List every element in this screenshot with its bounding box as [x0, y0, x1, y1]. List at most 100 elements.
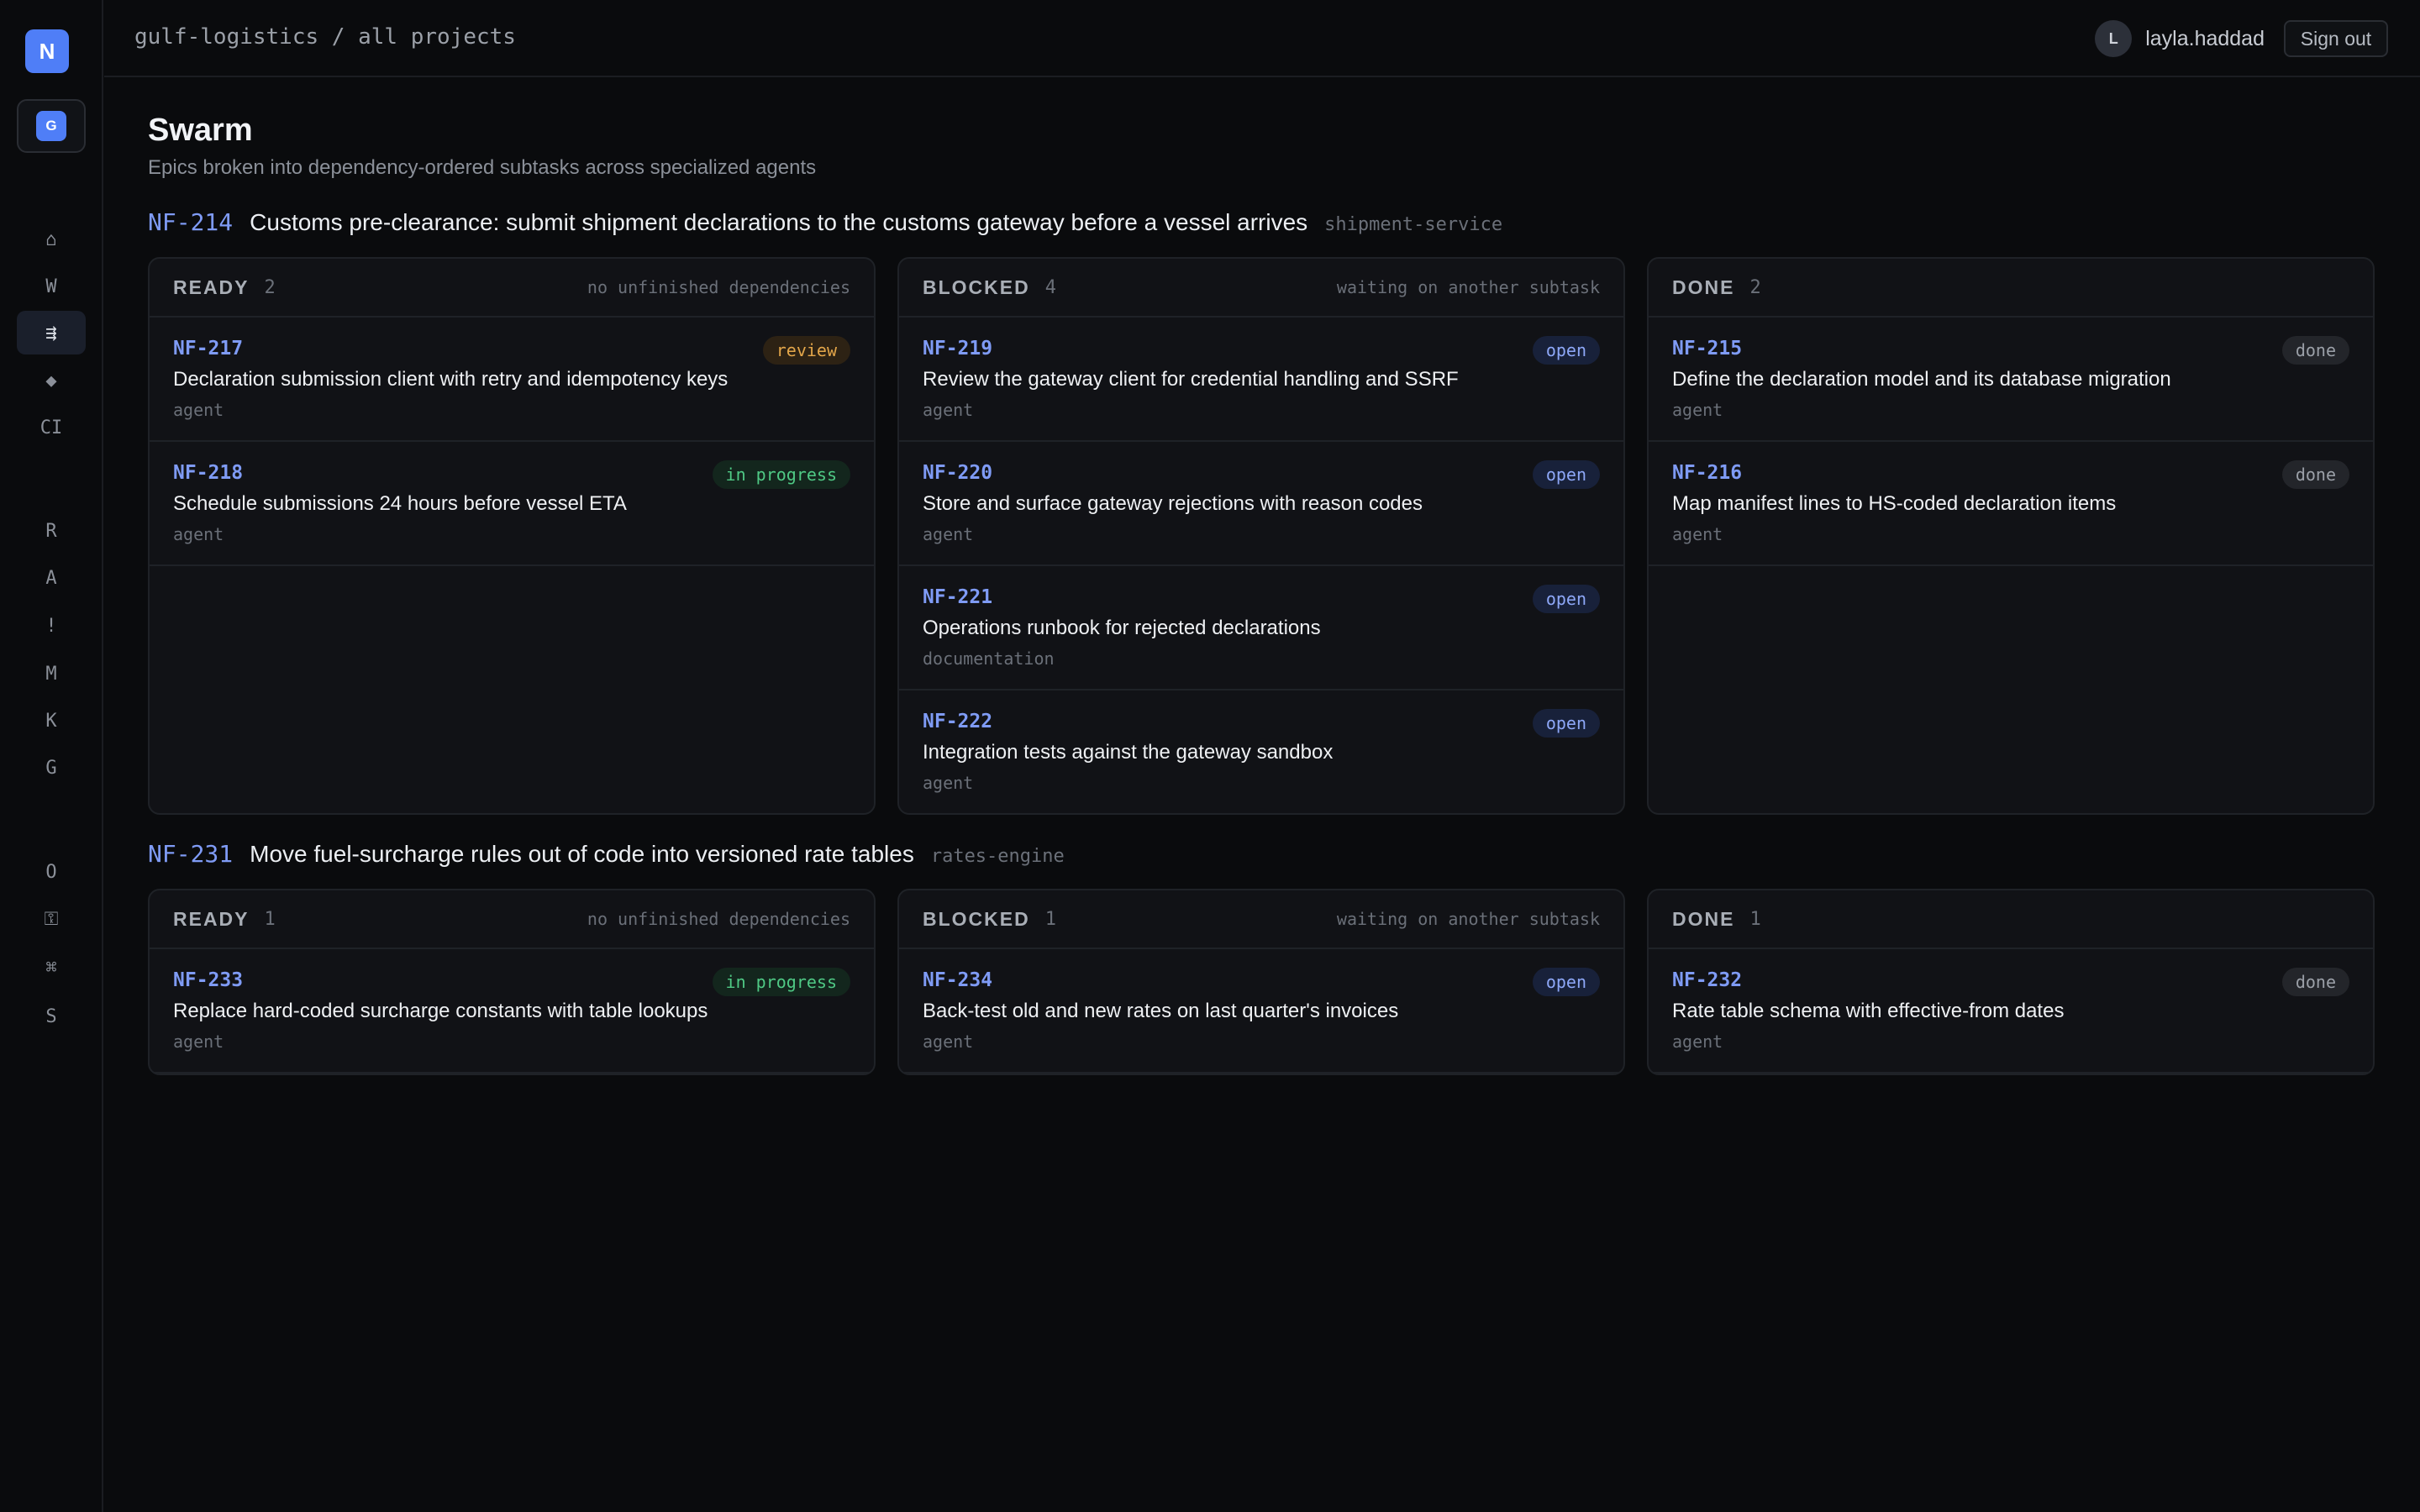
- task-title: Operations runbook for rejected declarat…: [923, 617, 1321, 639]
- column-name: BLOCKED: [923, 276, 1030, 298]
- workflows-icon[interactable]: W: [17, 265, 86, 308]
- column-ready: READY 1 no unfinished dependencies NF-233 Re…: [148, 889, 876, 1075]
- user-menu[interactable]: L layla.haddad: [2095, 20, 2265, 57]
- k-icon[interactable]: K: [17, 699, 86, 743]
- column-done: DONE 2 NF-215 Define the declaration model …: [1647, 257, 2375, 815]
- task-title: Store and surface gateway rejections wit…: [923, 492, 1423, 515]
- column-title: DONE 1: [1672, 908, 1761, 931]
- epic: NF-214 Customs pre-clearance: submit ship…: [148, 208, 2376, 815]
- task-card[interactable]: NF-234 Back-test old and new rates on las…: [899, 949, 1623, 1074]
- o-icon[interactable]: O: [17, 850, 86, 894]
- task-id[interactable]: NF-219: [923, 338, 1600, 360]
- breadcrumb[interactable]: gulf-logistics / all projects: [134, 24, 516, 50]
- column-blocked: BLOCKED 1 waiting on another subtask NF-234…: [897, 889, 1625, 1075]
- column-header: BLOCKED 4 waiting on another subtask: [899, 259, 1623, 318]
- task-title: Integration tests against the gateway sa…: [923, 741, 1334, 764]
- epic-header: NF-214 Customs pre-clearance: submit ship…: [148, 208, 2376, 242]
- task-agent-role: agent: [923, 1032, 974, 1052]
- settings-icon[interactable]: S: [17, 995, 86, 1038]
- status-badge: open: [1532, 460, 1600, 489]
- column-header: BLOCKED 1 waiting on another subtask: [899, 890, 1623, 949]
- sign-out-button[interactable]: Sign out: [2284, 20, 2388, 57]
- column-count: 1: [1044, 908, 1056, 930]
- task-id[interactable]: NF-232: [1672, 969, 2349, 991]
- task-agent-role: agent: [923, 773, 974, 793]
- task-card[interactable]: NF-215 Define the declaration model and i…: [1649, 318, 2373, 442]
- a-icon[interactable]: A: [17, 556, 86, 600]
- task-card[interactable]: NF-219 Review the gateway client for cred…: [899, 318, 1623, 442]
- task-id[interactable]: NF-216: [1672, 462, 2349, 484]
- task-card[interactable]: NF-220 Store and surface gateway rejectio…: [899, 442, 1623, 566]
- status-badge: open: [1532, 709, 1600, 738]
- epic-title: Customs pre-clearance: submit shipment d…: [250, 209, 1308, 235]
- column-title: READY 2: [173, 276, 276, 299]
- column-name: READY: [173, 907, 250, 930]
- task-title: Replace hard-coded surcharge constants w…: [173, 1000, 708, 1022]
- status-badge: open: [1532, 585, 1600, 613]
- r-icon[interactable]: R: [17, 509, 86, 553]
- epic-id[interactable]: NF-231: [148, 840, 233, 868]
- alert-icon[interactable]: !: [17, 604, 86, 648]
- column-title: BLOCKED 1: [923, 908, 1056, 931]
- task-id[interactable]: NF-215: [1672, 338, 2349, 360]
- column-hint: no unfinished dependencies: [587, 909, 850, 929]
- column-header: READY 1 no unfinished dependencies: [150, 890, 874, 949]
- column-hint: waiting on another subtask: [1336, 909, 1600, 929]
- sidebar: N G ⌂ W ⇶ ◆ CI R A! M K G O ⚿ ⌘ S: [0, 0, 103, 1512]
- task-card[interactable]: NF-233 Replace hard-coded surcharge const…: [150, 949, 874, 1074]
- task-card[interactable]: NF-218 Schedule submissions 24 hours befo…: [150, 442, 874, 566]
- status-badge: done: [2281, 968, 2349, 996]
- status-badge: in progress: [712, 968, 850, 996]
- status-badge: open: [1532, 968, 1600, 996]
- epic-columns: READY 1 no unfinished dependencies NF-233 Re…: [148, 889, 2376, 1075]
- g-icon[interactable]: G: [17, 746, 86, 790]
- column-title: DONE 2: [1672, 276, 1761, 299]
- task-id[interactable]: NF-221: [923, 586, 1600, 608]
- diamond-icon[interactable]: ◆: [17, 359, 86, 402]
- column-header: DONE 1: [1649, 890, 2373, 949]
- column-count: 2: [264, 276, 276, 298]
- task-agent-role: agent: [173, 400, 224, 420]
- status-badge: review: [762, 336, 850, 365]
- task-title: Define the declaration model and its dat…: [1672, 368, 2171, 391]
- task-agent-role: agent: [173, 524, 224, 544]
- status-badge: done: [2281, 336, 2349, 365]
- home-icon[interactable]: ⌂: [17, 218, 86, 261]
- task-title: Back-test old and new rates on last quar…: [923, 1000, 1399, 1022]
- avatar: L: [2095, 20, 2133, 57]
- task-id[interactable]: NF-217: [173, 338, 850, 360]
- column-title: READY 1: [173, 908, 276, 931]
- task-card[interactable]: NF-222 Integration tests against the gate…: [899, 690, 1623, 813]
- ci-icon[interactable]: CI: [17, 406, 86, 449]
- task-card[interactable]: NF-232 Rate table schema with effective-f…: [1649, 949, 2373, 1074]
- task-title: Schedule submissions 24 hours before ves…: [173, 492, 627, 515]
- column-count: 2: [1749, 276, 1761, 298]
- workspace-switcher[interactable]: G: [17, 99, 86, 153]
- app-logo[interactable]: N: [25, 29, 69, 73]
- task-agent-role: documentation: [923, 648, 1055, 669]
- column-header: DONE 2: [1649, 259, 2373, 318]
- task-card[interactable]: NF-217 Declaration submission client with…: [150, 318, 874, 442]
- column-name: DONE: [1672, 276, 1735, 298]
- top-bar: gulf-logistics / all projects L layla.ha…: [104, 0, 2420, 77]
- status-badge: open: [1532, 336, 1600, 365]
- swarm-icon[interactable]: ⇶: [17, 311, 86, 354]
- column-name: BLOCKED: [923, 907, 1030, 930]
- task-id[interactable]: NF-220: [923, 462, 1600, 484]
- column-name: READY: [173, 276, 250, 298]
- task-id[interactable]: NF-234: [923, 969, 1600, 991]
- epic-id[interactable]: NF-214: [148, 208, 233, 236]
- task-id[interactable]: NF-222: [923, 711, 1600, 732]
- task-card[interactable]: NF-216 Map manifest lines to HS-coded dec…: [1649, 442, 2373, 566]
- task-card[interactable]: NF-221 Operations runbook for rejected de…: [899, 566, 1623, 690]
- epic-title: Move fuel-surcharge rules out of code in…: [250, 841, 914, 867]
- keys-icon[interactable]: ⚿: [17, 897, 86, 941]
- epic-service-tag: rates-engine: [930, 846, 1065, 867]
- epic: NF-231 Move fuel-surcharge rules out of c…: [148, 840, 2376, 1075]
- m-icon[interactable]: M: [17, 652, 86, 696]
- task-title: Declaration submission client with retry…: [173, 368, 729, 391]
- command-icon[interactable]: ⌘: [17, 946, 86, 990]
- status-badge: in progress: [712, 460, 850, 489]
- task-agent-role: agent: [1672, 1032, 1723, 1052]
- column-title: BLOCKED 4: [923, 276, 1056, 299]
